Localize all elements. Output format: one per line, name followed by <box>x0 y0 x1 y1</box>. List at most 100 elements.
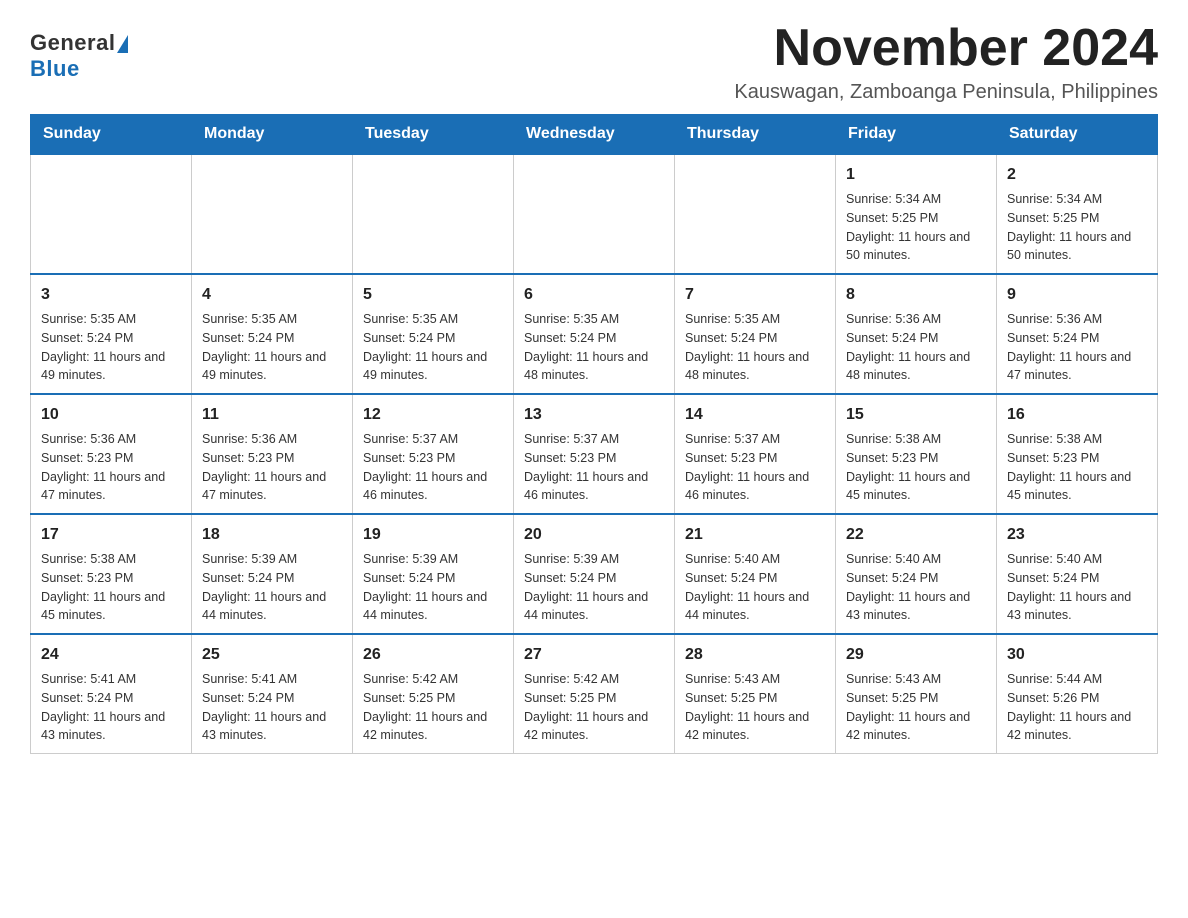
day-number: 3 <box>41 283 181 307</box>
day-info: Sunrise: 5:35 AMSunset: 5:24 PMDaylight:… <box>524 310 664 385</box>
day-info: Sunrise: 5:40 AMSunset: 5:24 PMDaylight:… <box>1007 550 1147 625</box>
day-info: Sunrise: 5:35 AMSunset: 5:24 PMDaylight:… <box>202 310 342 385</box>
calendar-cell: 18Sunrise: 5:39 AMSunset: 5:24 PMDayligh… <box>192 514 353 634</box>
calendar-cell: 29 Sunrise: 5:43 AMSunset: 5:25 PMDayligh… <box>836 634 997 754</box>
day-number: 20 <box>524 523 664 547</box>
day-info: Sunrise: 5:36 AMSunset: 5:24 PMDaylight:… <box>846 310 986 385</box>
calendar-cell: 5 Sunrise: 5:35 AMSunset: 5:24 PMDaylight… <box>353 274 514 394</box>
title-block: November 2024 Kauswagan, Zamboanga Penin… <box>734 20 1158 104</box>
calendar-table: SundayMondayTuesdayWednesdayThursdayFrid… <box>30 114 1158 754</box>
day-info: Sunrise: 5:37 AMSunset: 5:23 PMDaylight:… <box>685 430 825 505</box>
day-number: 26 <box>363 643 503 667</box>
day-number: 29 <box>846 643 986 667</box>
calendar-cell <box>675 154 836 274</box>
week-row-5: 24 Sunrise: 5:41 AMSunset: 5:24 PMDayligh… <box>31 634 1158 754</box>
day-info: Sunrise: 5:36 AMSunset: 5:24 PMDaylight:… <box>1007 310 1147 385</box>
day-number: 22 <box>846 523 986 547</box>
weekday-header-saturday: Saturday <box>997 115 1158 155</box>
week-row-2: 3 Sunrise: 5:35 AMSunset: 5:24 PMDaylight… <box>31 274 1158 394</box>
calendar-cell: 30Sunrise: 5:44 AMSunset: 5:26 PMDayligh… <box>997 634 1158 754</box>
day-info: Sunrise: 5:43 AMSunset: 5:25 PMDaylight:… <box>685 670 825 745</box>
day-info: Sunrise: 5:39 AMSunset: 5:24 PMDaylight:… <box>363 550 503 625</box>
weekday-header-thursday: Thursday <box>675 115 836 155</box>
day-info: Sunrise: 5:34 AMSunset: 5:25 PMDaylight:… <box>846 190 986 265</box>
weekday-header-sunday: Sunday <box>31 115 192 155</box>
calendar-cell: 20 Sunrise: 5:39 AMSunset: 5:24 PMDayligh… <box>514 514 675 634</box>
day-info: Sunrise: 5:38 AMSunset: 5:23 PMDaylight:… <box>1007 430 1147 505</box>
day-number: 16 <box>1007 403 1147 427</box>
calendar-cell: 10 Sunrise: 5:36 AMSunset: 5:23 PMDayligh… <box>31 394 192 514</box>
day-info: Sunrise: 5:42 AMSunset: 5:25 PMDaylight:… <box>363 670 503 745</box>
calendar-cell: 11 Sunrise: 5:36 AMSunset: 5:23 PMDayligh… <box>192 394 353 514</box>
day-info: Sunrise: 5:39 AMSunset: 5:24 PMDaylight:… <box>524 550 664 625</box>
day-number: 12 <box>363 403 503 427</box>
logo-blue-text: Blue <box>30 56 80 81</box>
calendar-cell: 15Sunrise: 5:38 AMSunset: 5:23 PMDayligh… <box>836 394 997 514</box>
month-title: November 2024 <box>734 20 1158 77</box>
logo-general-line: General <box>30 30 128 56</box>
day-number: 28 <box>685 643 825 667</box>
week-row-1: 1 Sunrise: 5:34 AMSunset: 5:25 PMDaylight… <box>31 154 1158 274</box>
day-info: Sunrise: 5:38 AMSunset: 5:23 PMDaylight:… <box>41 550 181 625</box>
calendar-cell: 27 Sunrise: 5:42 AMSunset: 5:25 PMDayligh… <box>514 634 675 754</box>
calendar-cell: 21 Sunrise: 5:40 AMSunset: 5:24 PMDayligh… <box>675 514 836 634</box>
calendar-cell: 13 Sunrise: 5:37 AMSunset: 5:23 PMDayligh… <box>514 394 675 514</box>
day-info: Sunrise: 5:37 AMSunset: 5:23 PMDaylight:… <box>524 430 664 505</box>
calendar-cell: 4Sunrise: 5:35 AMSunset: 5:24 PMDaylight… <box>192 274 353 394</box>
day-info: Sunrise: 5:36 AMSunset: 5:23 PMDaylight:… <box>202 430 342 505</box>
weekday-header-row: SundayMondayTuesdayWednesdayThursdayFrid… <box>31 115 1158 155</box>
weekday-header-tuesday: Tuesday <box>353 115 514 155</box>
calendar-cell: 19 Sunrise: 5:39 AMSunset: 5:24 PMDayligh… <box>353 514 514 634</box>
day-info: Sunrise: 5:35 AMSunset: 5:24 PMDaylight:… <box>685 310 825 385</box>
calendar-cell: 14 Sunrise: 5:37 AMSunset: 5:23 PMDayligh… <box>675 394 836 514</box>
day-number: 25 <box>202 643 342 667</box>
day-info: Sunrise: 5:35 AMSunset: 5:24 PMDaylight:… <box>41 310 181 385</box>
calendar-cell: 3 Sunrise: 5:35 AMSunset: 5:24 PMDaylight… <box>31 274 192 394</box>
calendar-cell: 22Sunrise: 5:40 AMSunset: 5:24 PMDayligh… <box>836 514 997 634</box>
day-info: Sunrise: 5:43 AMSunset: 5:25 PMDaylight:… <box>846 670 986 745</box>
day-info: Sunrise: 5:41 AMSunset: 5:24 PMDaylight:… <box>202 670 342 745</box>
day-number: 11 <box>202 403 342 427</box>
calendar-cell <box>192 154 353 274</box>
calendar-cell <box>514 154 675 274</box>
day-number: 30 <box>1007 643 1147 667</box>
calendar-cell: 26 Sunrise: 5:42 AMSunset: 5:25 PMDayligh… <box>353 634 514 754</box>
week-row-4: 17 Sunrise: 5:38 AMSunset: 5:23 PMDayligh… <box>31 514 1158 634</box>
day-info: Sunrise: 5:42 AMSunset: 5:25 PMDaylight:… <box>524 670 664 745</box>
week-row-3: 10 Sunrise: 5:36 AMSunset: 5:23 PMDayligh… <box>31 394 1158 514</box>
calendar-cell: 16 Sunrise: 5:38 AMSunset: 5:23 PMDayligh… <box>997 394 1158 514</box>
day-number: 24 <box>41 643 181 667</box>
day-info: Sunrise: 5:37 AMSunset: 5:23 PMDaylight:… <box>363 430 503 505</box>
calendar-cell: 12 Sunrise: 5:37 AMSunset: 5:23 PMDayligh… <box>353 394 514 514</box>
calendar-cell: 25 Sunrise: 5:41 AMSunset: 5:24 PMDayligh… <box>192 634 353 754</box>
day-info: Sunrise: 5:41 AMSunset: 5:24 PMDaylight:… <box>41 670 181 745</box>
day-info: Sunrise: 5:38 AMSunset: 5:23 PMDaylight:… <box>846 430 986 505</box>
day-number: 17 <box>41 523 181 547</box>
day-number: 13 <box>524 403 664 427</box>
location-subtitle: Kauswagan, Zamboanga Peninsula, Philippi… <box>734 81 1158 104</box>
day-number: 19 <box>363 523 503 547</box>
day-number: 9 <box>1007 283 1147 307</box>
day-number: 6 <box>524 283 664 307</box>
day-number: 21 <box>685 523 825 547</box>
day-number: 14 <box>685 403 825 427</box>
day-number: 27 <box>524 643 664 667</box>
day-info: Sunrise: 5:36 AMSunset: 5:23 PMDaylight:… <box>41 430 181 505</box>
calendar-cell: 24 Sunrise: 5:41 AMSunset: 5:24 PMDayligh… <box>31 634 192 754</box>
day-number: 10 <box>41 403 181 427</box>
day-number: 5 <box>363 283 503 307</box>
logo-triangle-icon <box>117 35 128 53</box>
day-info: Sunrise: 5:40 AMSunset: 5:24 PMDaylight:… <box>685 550 825 625</box>
day-number: 7 <box>685 283 825 307</box>
day-info: Sunrise: 5:35 AMSunset: 5:24 PMDaylight:… <box>363 310 503 385</box>
day-number: 2 <box>1007 163 1147 187</box>
day-number: 1 <box>846 163 986 187</box>
day-number: 18 <box>202 523 342 547</box>
day-number: 23 <box>1007 523 1147 547</box>
calendar-cell: 23 Sunrise: 5:40 AMSunset: 5:24 PMDayligh… <box>997 514 1158 634</box>
calendar-cell: 7 Sunrise: 5:35 AMSunset: 5:24 PMDaylight… <box>675 274 836 394</box>
calendar-cell <box>353 154 514 274</box>
weekday-header-friday: Friday <box>836 115 997 155</box>
page-header: General Blue November 2024 Kauswagan, Za… <box>30 20 1158 104</box>
calendar-cell: 2Sunrise: 5:34 AMSunset: 5:25 PMDaylight… <box>997 154 1158 274</box>
